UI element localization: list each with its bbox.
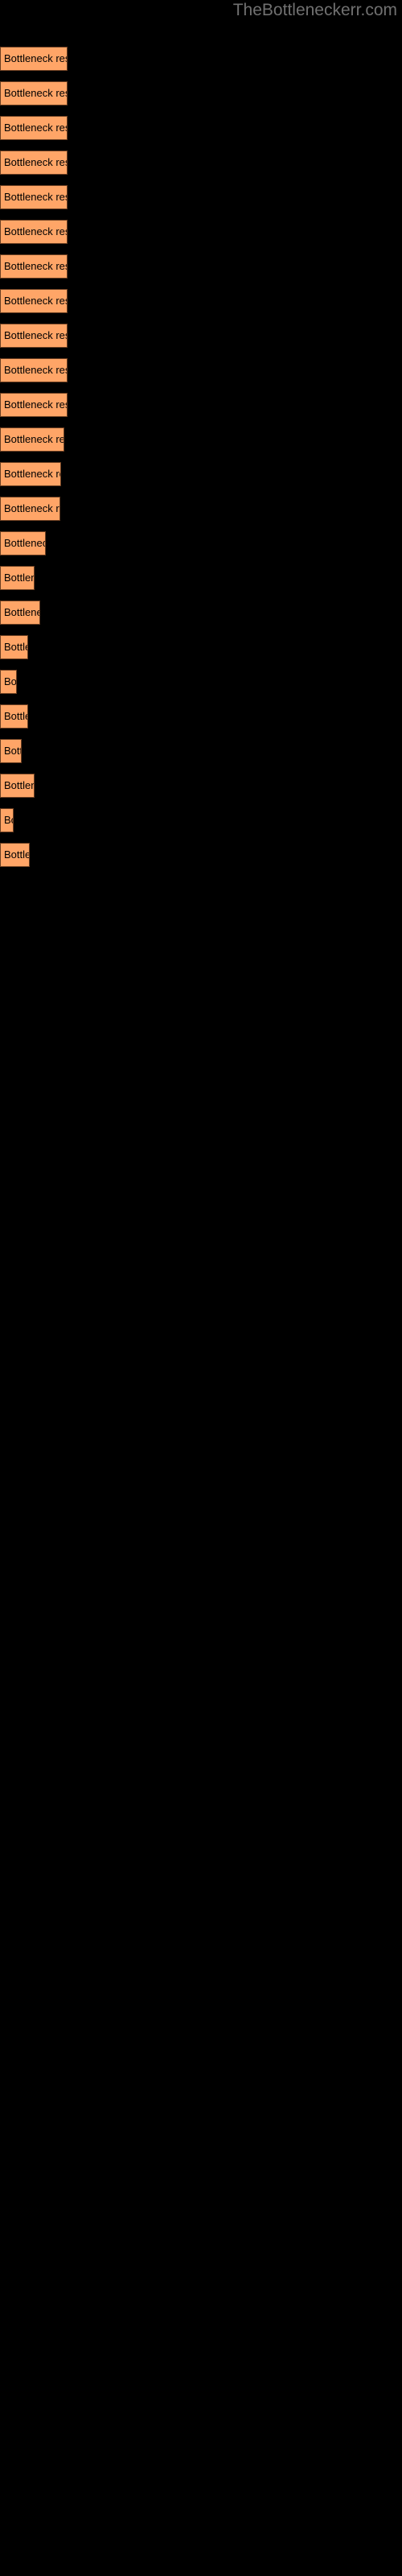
bar-label: Bottleneck result: [4, 848, 29, 861]
bar-label: Bottleneck result: [4, 156, 67, 168]
bar-label: Bottleneck result: [4, 191, 67, 203]
bar-label: Bottleneck result: [4, 710, 27, 722]
bar-label: Bottleneck result: [4, 572, 34, 584]
bottleneck-result-bar: Bottleneck result: [0, 116, 68, 140]
bar-label: Bottleneck result: [4, 814, 13, 826]
bar-label: Bottleneck result: [4, 398, 67, 411]
bottleneck-result-bar: Bottleneck result: [0, 531, 46, 555]
bottleneck-result-bar: Bottleneck result: [0, 81, 68, 105]
bar-label: Bottleneck result: [4, 502, 59, 514]
bar-label: Bottleneck result: [4, 606, 39, 618]
bar-label: Bottleneck result: [4, 468, 60, 480]
bar-label: Bottleneck result: [4, 745, 21, 757]
bar-label: Bottleneck result: [4, 641, 27, 653]
bottleneck-result-bar: Bottleneck result: [0, 774, 35, 798]
bottleneck-result-bar: Bottleneck result: [0, 289, 68, 313]
bottleneck-result-bar: Bottleneck result: [0, 151, 68, 175]
bar-label: Bottleneck result: [4, 52, 67, 64]
bottleneck-result-bar: Bottleneck result: [0, 462, 61, 486]
bar-label: Bottleneck result: [4, 329, 67, 341]
bottleneck-result-bar: Bottleneck result: [0, 843, 30, 867]
bottleneck-result-bar: Bottleneck result: [0, 497, 60, 521]
bar-label: Bottleneck result: [4, 433, 64, 445]
bar-label: Bottleneck result: [4, 537, 45, 549]
bar-label: Bottleneck result: [4, 225, 67, 237]
bar-label: Bottleneck result: [4, 779, 34, 791]
bottleneck-result-bar: Bottleneck result: [0, 427, 64, 452]
bottleneck-result-bar: Bottleneck result: [0, 47, 68, 71]
bottleneck-result-bar: Bottleneck result: [0, 635, 28, 659]
bottleneck-result-bar: Bottleneck result: [0, 704, 28, 729]
bottleneck-result-bar: Bottleneck result: [0, 254, 68, 279]
bar-label: Bottleneck result: [4, 675, 17, 687]
bottleneck-result-bar: Bottleneck result: [0, 670, 17, 694]
bottleneck-result-bar: Bottleneck result: [0, 739, 22, 763]
bar-label: Bottleneck result: [4, 364, 67, 376]
bar-label: Bottleneck result: [4, 87, 67, 99]
bottleneck-result-bar: Bottleneck result: [0, 324, 68, 348]
bar-label: Bottleneck result: [4, 260, 67, 272]
bar-label: Bottleneck result: [4, 122, 67, 134]
bottleneck-result-bar: Bottleneck result: [0, 393, 68, 417]
bar-label: Bottleneck result: [4, 295, 67, 307]
bottleneck-result-bar: Bottleneck result: [0, 566, 35, 590]
bottleneck-result-bar: Bottleneck result: [0, 601, 40, 625]
bottleneck-result-bar: Bottleneck result: [0, 220, 68, 244]
bottleneck-result-bar: Bottleneck result: [0, 358, 68, 382]
bottleneck-bar-chart: Bottleneck result Bottleneck result Bottle…: [0, 0, 402, 2576]
bottleneck-result-bar: Bottleneck result: [0, 808, 14, 832]
bottleneck-result-bar: Bottleneck result: [0, 185, 68, 209]
